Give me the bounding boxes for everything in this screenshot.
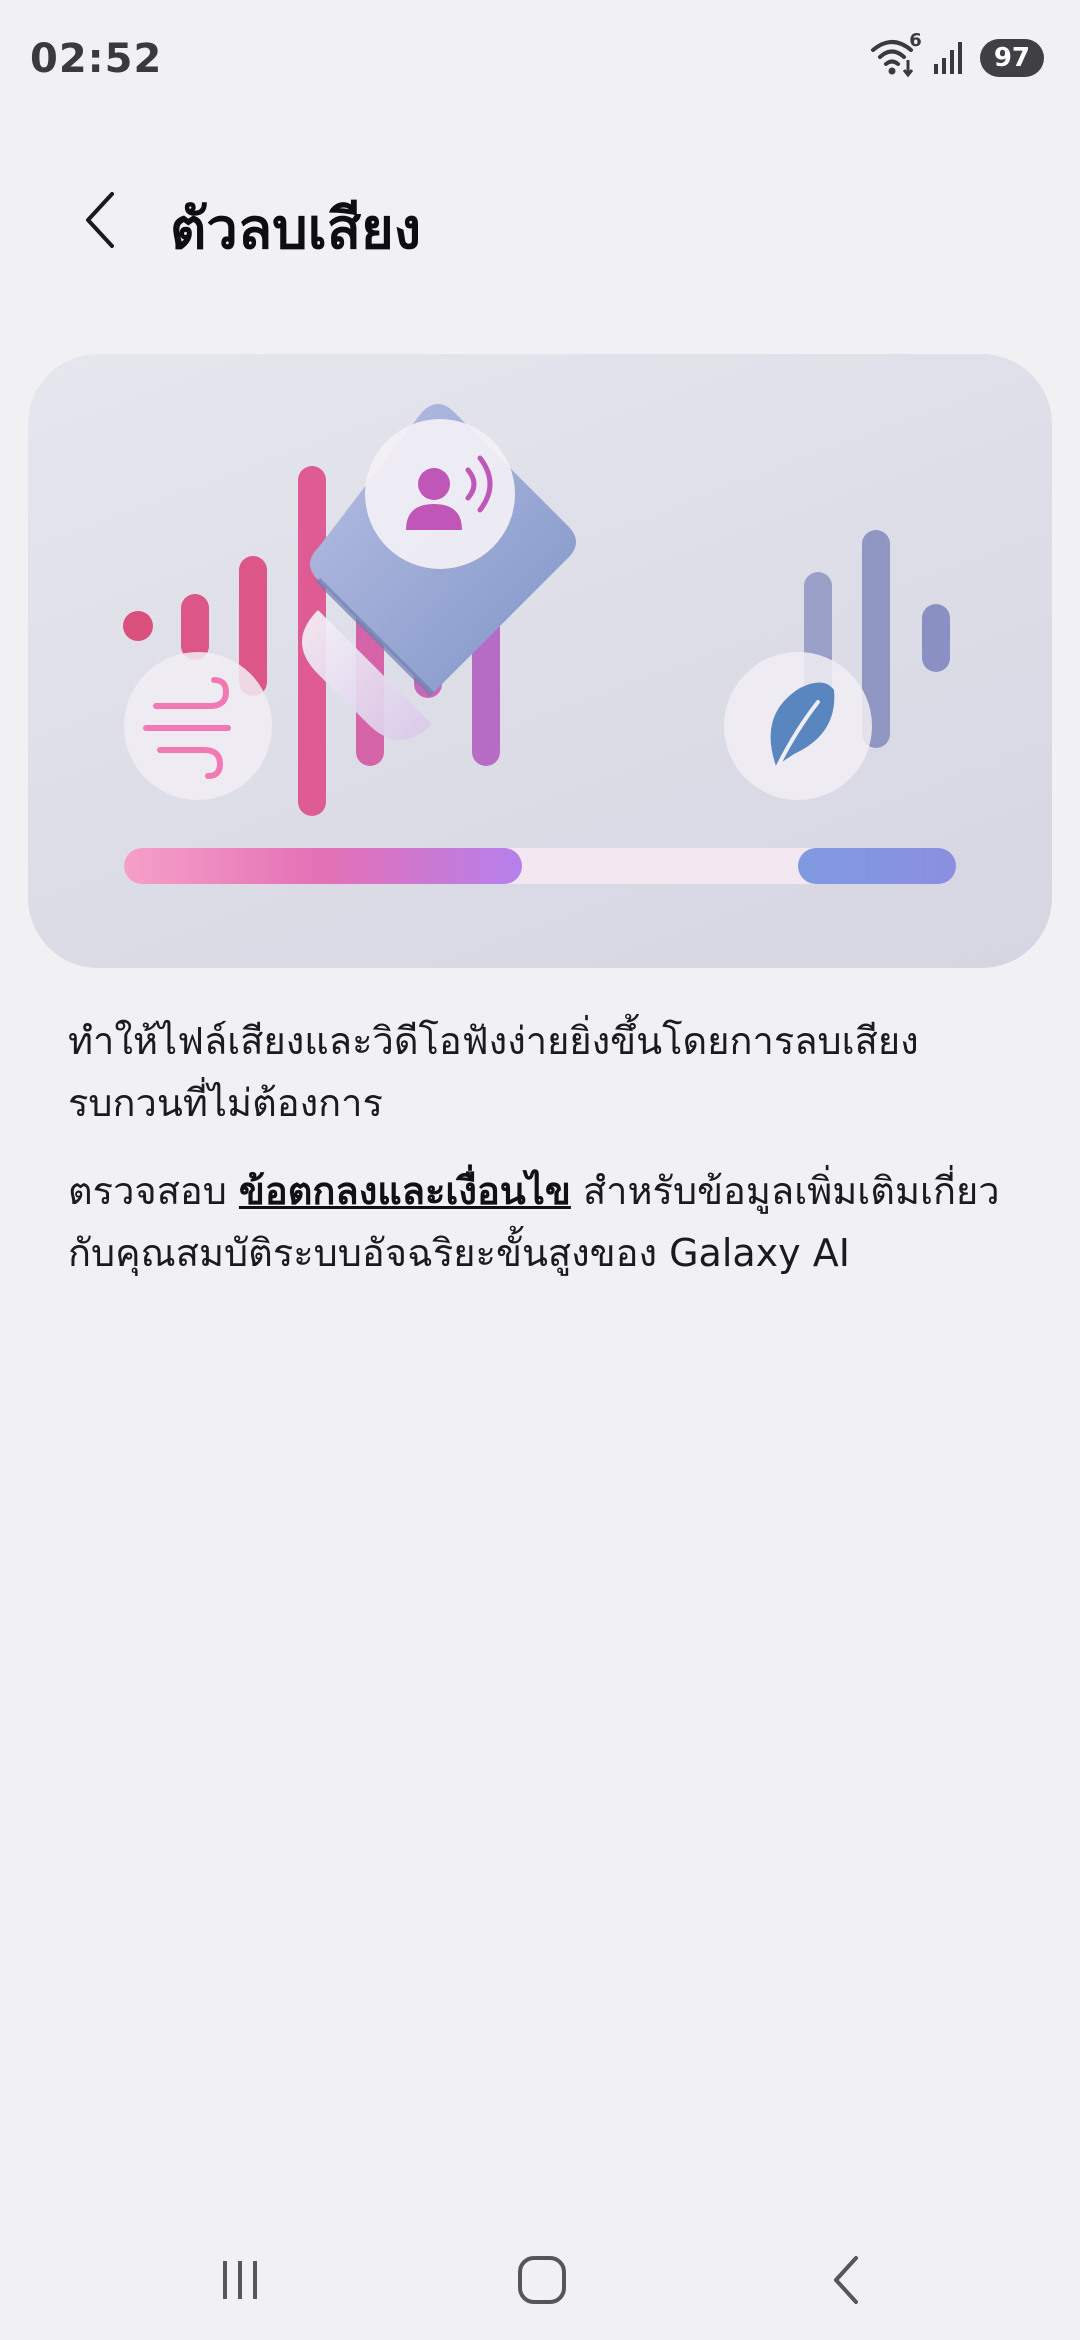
- wifi-icon: 6: [870, 30, 922, 78]
- back-icon: [834, 2256, 858, 2304]
- terms-paragraph: ตรวจสอบ ข้อตกลงและเงื่อนไข สำหรับข้อมูลเ…: [68, 1160, 1028, 1284]
- recents-button[interactable]: [180, 2240, 300, 2320]
- status-time: 02:52: [30, 36, 163, 82]
- nav-back-button[interactable]: [786, 2240, 906, 2320]
- page-title: ตัวลบเสียง: [170, 197, 422, 262]
- battery-indicator: 97: [979, 39, 1044, 77]
- chevron-left-icon: [86, 192, 114, 248]
- terms-link[interactable]: ข้อตกลงและเงื่อนไข: [239, 1169, 571, 1213]
- wind-icon: [124, 652, 272, 800]
- recents-icon: [223, 2261, 257, 2299]
- navigation-bar: [0, 2220, 1080, 2340]
- home-button[interactable]: [482, 2240, 602, 2320]
- leaf-icon: [724, 652, 872, 800]
- back-button[interactable]: [60, 180, 140, 260]
- noise-progress-bar: [124, 848, 956, 884]
- feature-description: ทำให้ไฟล์เสียงและวิดีโอฟังง่ายยิ่งขึ้นโด…: [68, 1019, 919, 1125]
- app-bar: ตัวลบเสียง: [0, 160, 1080, 280]
- content-section: ทำให้ไฟล์เสียงและวิดีโอฟังง่ายยิ่งขึ้นโด…: [68, 1010, 1028, 1310]
- signal-icon: [932, 40, 968, 76]
- speaking-person-icon: [365, 419, 515, 569]
- terms-prefix: ตรวจสอบ: [68, 1169, 239, 1213]
- wifi-badge: 6: [909, 30, 922, 51]
- status-bar: 02:52 6 97: [0, 0, 1080, 120]
- status-icons: 6 97: [870, 30, 1044, 78]
- home-icon: [518, 2256, 566, 2304]
- feature-illustration: [28, 354, 1052, 968]
